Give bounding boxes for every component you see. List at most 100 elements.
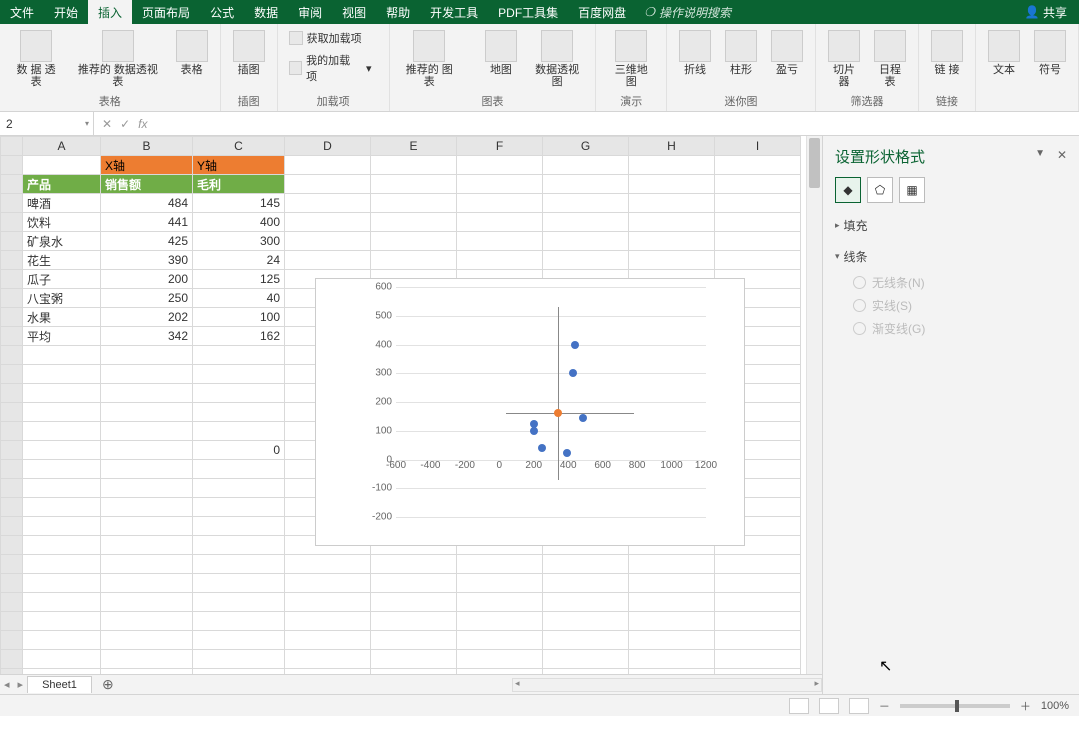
cell-C23[interactable] xyxy=(193,574,285,593)
cell-F27[interactable] xyxy=(457,650,543,669)
cell-B28[interactable] xyxy=(101,669,193,675)
add-sheet-button[interactable]: ⊕ xyxy=(92,676,124,693)
cell-C17[interactable] xyxy=(193,460,285,479)
cell-I28[interactable] xyxy=(715,669,801,675)
cell-I22[interactable] xyxy=(715,555,801,574)
row-header-1[interactable] xyxy=(1,156,23,175)
cell-C28[interactable] xyxy=(193,669,285,675)
my-addins-button[interactable]: 我的加载项 ▾ xyxy=(286,50,375,86)
panel-menu-button[interactable]: ▼ xyxy=(1035,148,1045,159)
col-header-G[interactable]: G xyxy=(543,137,629,156)
cell-I6[interactable] xyxy=(715,251,801,270)
cell-F3[interactable] xyxy=(457,194,543,213)
cell-I4[interactable] xyxy=(715,213,801,232)
get-addins-button[interactable]: 获取加载项 xyxy=(286,28,375,48)
cell-H6[interactable] xyxy=(629,251,715,270)
cell-F1[interactable] xyxy=(457,156,543,175)
col-header-I[interactable]: I xyxy=(715,137,801,156)
cell-A27[interactable] xyxy=(23,650,101,669)
cell-E24[interactable] xyxy=(371,593,457,612)
cell-A16[interactable] xyxy=(23,441,101,460)
tab-file[interactable]: 文件 xyxy=(0,0,44,24)
cell-C7[interactable]: 125 xyxy=(193,270,285,289)
size-tab-icon[interactable]: ▦ xyxy=(899,177,925,203)
pivot-table-button[interactable]: 数 据 透表 xyxy=(8,28,64,90)
cell-G5[interactable] xyxy=(543,232,629,251)
cell-H28[interactable] xyxy=(629,669,715,675)
cell-B14[interactable] xyxy=(101,403,193,422)
tab-home[interactable]: 开始 xyxy=(44,0,88,24)
cell-C26[interactable] xyxy=(193,631,285,650)
cell-F25[interactable] xyxy=(457,612,543,631)
fx-icon[interactable]: fx xyxy=(138,117,147,131)
cell-H4[interactable] xyxy=(629,213,715,232)
cell-A5[interactable]: 矿泉水 xyxy=(23,232,101,251)
row-header-26[interactable] xyxy=(1,631,23,650)
tab-data[interactable]: 数据 xyxy=(244,0,288,24)
row-header-22[interactable] xyxy=(1,555,23,574)
cell-E1[interactable] xyxy=(371,156,457,175)
row-header-23[interactable] xyxy=(1,574,23,593)
cell-D4[interactable] xyxy=(285,213,371,232)
sparkline-winloss-button[interactable]: 盈亏 xyxy=(767,28,807,78)
zoom-out-button[interactable]: － xyxy=(879,698,890,714)
cell-D28[interactable] xyxy=(285,669,371,675)
tab-layout[interactable]: 页面布局 xyxy=(132,0,200,24)
cell-B25[interactable] xyxy=(101,612,193,631)
data-point[interactable] xyxy=(530,427,538,435)
cell-G25[interactable] xyxy=(543,612,629,631)
illustrations-button[interactable]: 插图 xyxy=(229,28,269,78)
cell-B18[interactable] xyxy=(101,479,193,498)
cell-C27[interactable] xyxy=(193,650,285,669)
cell-G28[interactable] xyxy=(543,669,629,675)
cell-F28[interactable] xyxy=(457,669,543,675)
cell-I27[interactable] xyxy=(715,650,801,669)
cell-A18[interactable] xyxy=(23,479,101,498)
cell-F26[interactable] xyxy=(457,631,543,650)
sheet-nav-next[interactable]: ▸ xyxy=(14,678,28,691)
row-header-3[interactable] xyxy=(1,194,23,213)
cell-A13[interactable] xyxy=(23,384,101,403)
cell-B1[interactable]: X轴 xyxy=(101,156,193,175)
cell-A20[interactable] xyxy=(23,517,101,536)
slicer-button[interactable]: 切片器 xyxy=(824,28,864,90)
cell-A9[interactable]: 水果 xyxy=(23,308,101,327)
row-header-2[interactable] xyxy=(1,175,23,194)
cell-E28[interactable] xyxy=(371,669,457,675)
cell-B6[interactable]: 390 xyxy=(101,251,193,270)
cell-C11[interactable] xyxy=(193,346,285,365)
col-header-A[interactable]: A xyxy=(23,137,101,156)
cell-B10[interactable]: 342 xyxy=(101,327,193,346)
cell-F5[interactable] xyxy=(457,232,543,251)
cell-G6[interactable] xyxy=(543,251,629,270)
row-header-9[interactable] xyxy=(1,308,23,327)
link-button[interactable]: 链 接 xyxy=(927,28,967,78)
cell-B19[interactable] xyxy=(101,498,193,517)
cell-D1[interactable] xyxy=(285,156,371,175)
grid-wrap[interactable]: ABCDEFGHIX轴Y轴产品销售额毛利啤酒484145饮料441400矿泉水4… xyxy=(0,136,822,674)
effects-tab-icon[interactable]: ⬠ xyxy=(867,177,893,203)
cell-H24[interactable] xyxy=(629,593,715,612)
cell-C21[interactable] xyxy=(193,536,285,555)
cell-G2[interactable] xyxy=(543,175,629,194)
cell-A4[interactable]: 饮料 xyxy=(23,213,101,232)
data-point[interactable] xyxy=(571,341,579,349)
cell-C4[interactable]: 400 xyxy=(193,213,285,232)
cell-C22[interactable] xyxy=(193,555,285,574)
cell-B15[interactable] xyxy=(101,422,193,441)
cell-A12[interactable] xyxy=(23,365,101,384)
cell-C6[interactable]: 24 xyxy=(193,251,285,270)
row-header-14[interactable] xyxy=(1,403,23,422)
cell-D27[interactable] xyxy=(285,650,371,669)
cell-H1[interactable] xyxy=(629,156,715,175)
tab-formulas[interactable]: 公式 xyxy=(200,0,244,24)
cell-A11[interactable] xyxy=(23,346,101,365)
cell-C13[interactable] xyxy=(193,384,285,403)
zoom-slider[interactable] xyxy=(900,704,1010,708)
cell-D25[interactable] xyxy=(285,612,371,631)
col-header-H[interactable]: H xyxy=(629,137,715,156)
row-header-21[interactable] xyxy=(1,536,23,555)
cell-C19[interactable] xyxy=(193,498,285,517)
cell-B27[interactable] xyxy=(101,650,193,669)
cell-C18[interactable] xyxy=(193,479,285,498)
